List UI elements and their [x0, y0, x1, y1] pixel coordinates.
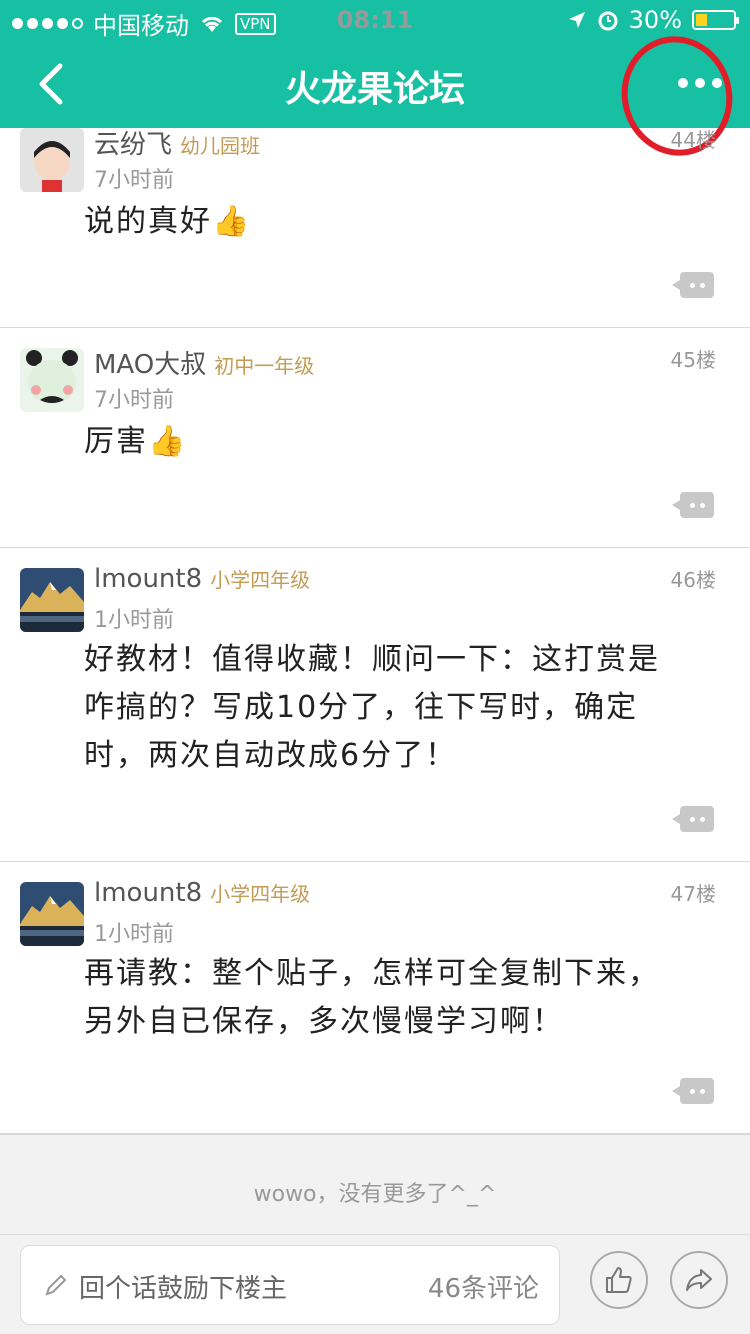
post-time: 7小时前 — [94, 168, 174, 193]
comment-input[interactable]: 回个话鼓励下楼主 46条评论 — [20, 1245, 560, 1325]
thumbs-up-icon — [606, 1267, 632, 1293]
post-time: 1小时前 — [94, 608, 174, 633]
post-content: 再请教：整个贴子，怎样可全复制下来，另外自已保存，多次慢慢学习啊！ — [84, 956, 660, 1039]
post-content: 好教材！值得收藏！顺问一下：这打赏是咋搞的？写成10分了，往下写时，确定时，两次… — [84, 642, 660, 773]
share-button[interactable] — [670, 1251, 728, 1309]
user-name[interactable]: lmount8 小学四年级 — [94, 564, 310, 594]
user-grade: 小学四年级 — [210, 882, 311, 906]
user-grade: 小学四年级 — [210, 568, 311, 592]
post-time: 7小时前 — [94, 388, 174, 413]
reply-icon[interactable] — [672, 1078, 714, 1104]
post-content: 厉害👍 — [84, 424, 188, 459]
bottom-bar: 回个话鼓励下楼主 46条评论 — [0, 1234, 750, 1334]
floor-number: 46楼 — [670, 568, 716, 592]
list-item: lmount8 小学四年级 1小时前 46楼 好教材！值得收藏！顺问一下：这打赏是… — [0, 548, 750, 862]
like-button[interactable] — [590, 1251, 648, 1309]
floor-number: 45楼 — [670, 348, 716, 372]
battery-icon — [692, 10, 739, 30]
user-name[interactable]: 云纷飞 幼儿园班 — [94, 124, 260, 161]
avatar[interactable] — [20, 348, 84, 412]
comment-placeholder: 回个话鼓励下楼主 — [79, 1274, 288, 1304]
post-content: 说的真好👍 — [84, 204, 252, 239]
reply-icon[interactable] — [672, 806, 714, 832]
alarm-icon — [598, 11, 618, 31]
comment-list: 云纷飞 幼儿园班 7小时前 44楼 说的真好👍 MAO大叔 初中一年级 7小时前 4… — [0, 128, 750, 1134]
floor-number: 47楼 — [670, 882, 716, 906]
end-of-list: wowo，没有更多了^_^ — [0, 1134, 750, 1235]
avatar[interactable] — [20, 128, 84, 192]
list-item: 云纷飞 幼儿园班 7小时前 44楼 说的真好👍 — [0, 128, 750, 328]
share-arrow-icon — [686, 1269, 712, 1291]
user-name[interactable]: lmount8 小学四年级 — [94, 878, 310, 908]
user-name[interactable]: MAO大叔 初中一年级 — [94, 344, 314, 381]
avatar[interactable] — [20, 882, 84, 946]
list-item: MAO大叔 初中一年级 7小时前 45楼 厉害👍 — [0, 328, 750, 548]
pencil-icon — [45, 1274, 67, 1296]
list-item: lmount8 小学四年级 1小时前 47楼 再请教：整个贴子，怎样可全复制下来，… — [0, 862, 750, 1134]
reply-icon[interactable] — [672, 492, 714, 518]
user-grade: 初中一年级 — [214, 354, 315, 378]
post-time: 1小时前 — [94, 922, 174, 947]
comment-count[interactable]: 46条评论 — [428, 1268, 539, 1305]
battery-percent: 30% — [628, 6, 682, 34]
floor-number: 44楼 — [670, 128, 716, 152]
status-bar: 中国移动 VPN 08:11 30% — [0, 0, 750, 40]
avatar[interactable] — [20, 568, 84, 632]
location-arrow-icon — [568, 12, 585, 28]
reply-icon[interactable] — [672, 272, 714, 298]
user-grade: 幼儿园班 — [180, 134, 261, 158]
